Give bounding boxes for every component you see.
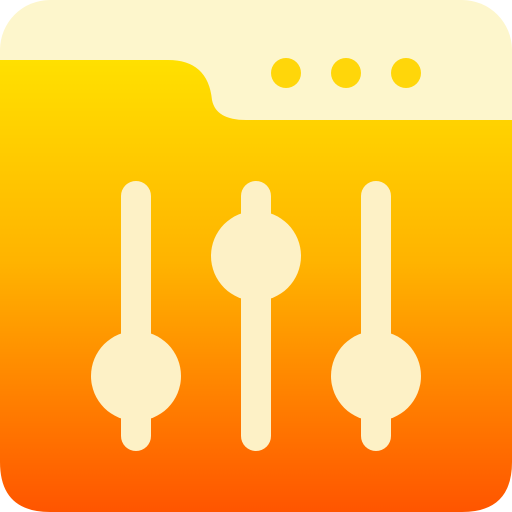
- window-dots: [271, 58, 421, 88]
- slider-right-knob: [331, 331, 421, 421]
- window-dot-1: [271, 58, 301, 88]
- window-dot-2: [331, 58, 361, 88]
- window-dot-3: [391, 58, 421, 88]
- slider-left-knob: [91, 331, 181, 421]
- slider-middle-knob: [211, 211, 301, 301]
- folder-settings-svg: [0, 0, 512, 512]
- folder-settings-icon: [0, 0, 512, 512]
- sliders-group: [91, 181, 421, 451]
